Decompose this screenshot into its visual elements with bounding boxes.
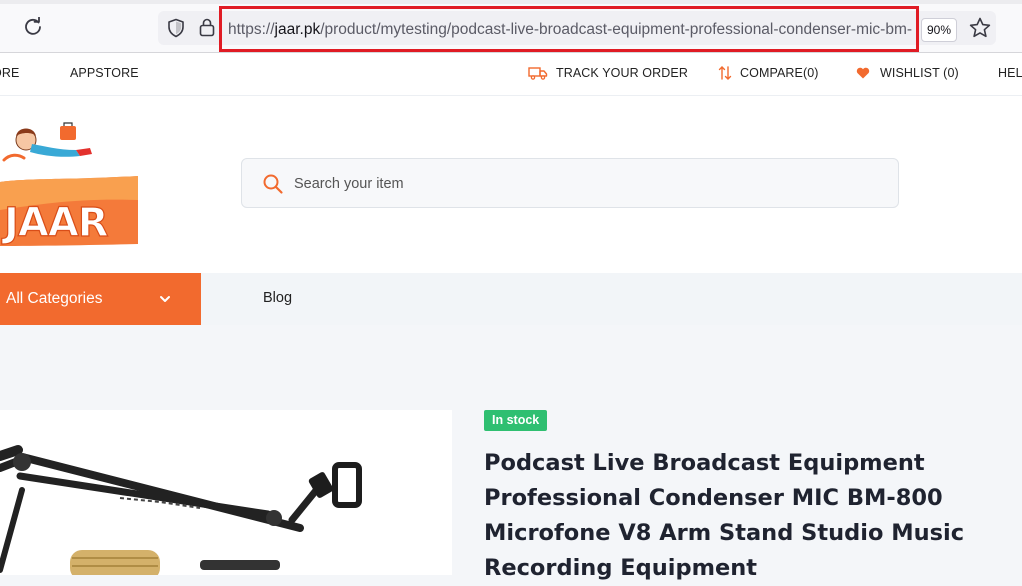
chevron-down-icon [160, 296, 170, 302]
reload-button[interactable] [20, 14, 46, 40]
nav-store-link[interactable]: ORE [0, 64, 19, 82]
heart-icon [856, 67, 870, 79]
compare-link[interactable]: COMPARE(0) [718, 64, 819, 82]
svg-text:JAAR: JAAR [1, 200, 108, 246]
all-categories-button[interactable]: All Categories [0, 273, 201, 325]
compare-label: COMPARE(0) [740, 66, 819, 80]
site-header: JAAR [0, 96, 1022, 273]
browser-toolbar: https://jaar.pk/product/mytesting/podcas… [0, 0, 1022, 53]
nav-help-link[interactable]: HEL [998, 64, 1022, 82]
wishlist-label: WISHLIST (0) [880, 66, 959, 80]
search-box[interactable] [241, 158, 899, 208]
in-stock-badge: In stock [484, 410, 548, 431]
compare-arrows-icon [718, 66, 732, 80]
track-order-label: TRACK YOUR ORDER [556, 66, 688, 80]
all-categories-label: All Categories [6, 290, 103, 307]
truck-icon [528, 67, 548, 80]
track-order-link[interactable]: TRACK YOUR ORDER [528, 64, 688, 82]
zoom-level-button[interactable]: 90% [921, 18, 957, 42]
product-title: Podcast Live Broadcast Equipment Profess… [484, 450, 965, 581]
search-icon[interactable] [262, 173, 284, 195]
nav-appstore-link[interactable]: APPSTORE [70, 64, 139, 82]
product-image[interactable] [0, 410, 452, 575]
microphone-arm-image [0, 445, 362, 575]
star-icon[interactable] [968, 16, 992, 40]
category-bar: All Categories Blog [0, 273, 1022, 325]
blog-link[interactable]: Blog [263, 290, 292, 306]
lock-icon[interactable] [198, 17, 216, 37]
wishlist-link[interactable]: WISHLIST (0) [856, 64, 959, 82]
tab-strip-edge [0, 0, 1022, 4]
shield-icon[interactable] [166, 18, 186, 38]
url-highlight-box [219, 6, 919, 52]
site-top-nav: ORE APPSTORE TRACK YOUR ORDER COMPARE(0)… [0, 53, 1022, 96]
search-input[interactable] [292, 167, 886, 201]
jaar-logo[interactable]: JAAR [0, 120, 140, 248]
reload-icon [25, 17, 41, 35]
